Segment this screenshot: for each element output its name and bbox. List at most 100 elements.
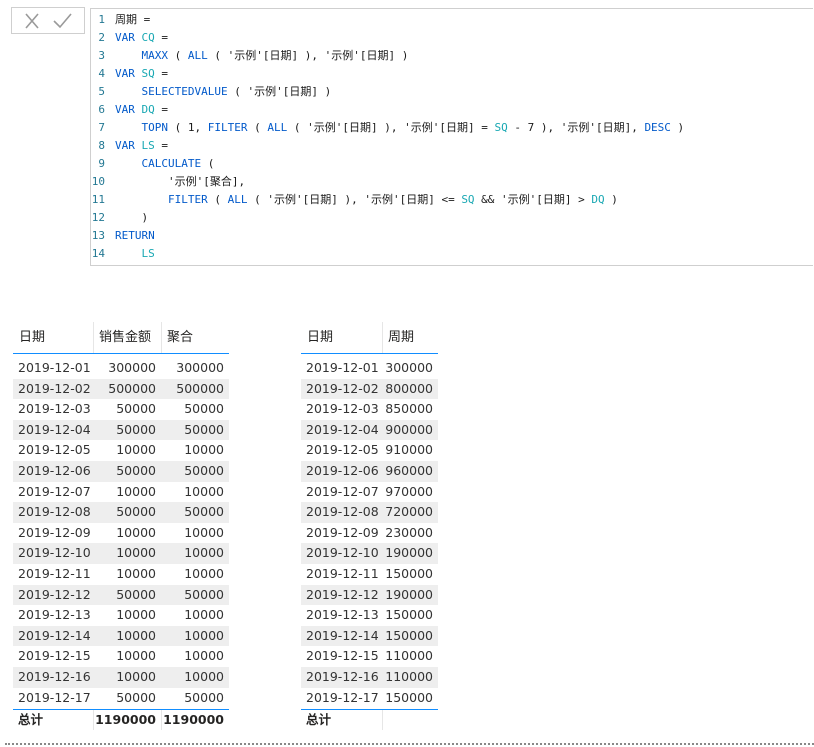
code-keyword: VAR (115, 139, 142, 152)
code-keyword: VAR (115, 103, 142, 116)
code-keyword: DESC (644, 121, 671, 134)
table-row: 2019-12-08 50000 50000 (13, 502, 229, 523)
canvas-bottom-border (5, 743, 814, 745)
table-cell: 10000 (184, 545, 224, 561)
table-row: 2019-12-09 10000 10000 (13, 523, 229, 544)
table-row: 2019-12-09 230000 (301, 523, 438, 544)
code-text: ) (604, 193, 618, 206)
formula-buttons (11, 7, 85, 34)
table-cell: 2019-12-15 (18, 648, 91, 664)
code-line: 3 MAXX ( ALL ( '示例'[日期] ), '示例'[日期] ) (91, 47, 408, 65)
column-header[interactable]: 聚合 (167, 322, 227, 353)
header-underline (13, 353, 229, 354)
table-cell: 10000 (116, 566, 156, 581)
table-cell: 2019-12-03 (306, 401, 379, 417)
table-cell: 2019-12-02 (18, 380, 91, 396)
code-variable: SQ (494, 121, 508, 134)
table-cell: 960000 (385, 463, 433, 478)
table-cell: 50000 (184, 421, 224, 437)
table-row: 2019-12-02 800000 (301, 378, 438, 400)
table-cell: 2019-12-09 (306, 524, 379, 540)
code-text: ) (115, 211, 149, 224)
close-icon[interactable] (22, 12, 42, 30)
table-row: 2019-12-11 150000 (301, 564, 438, 585)
table-cell: 2019-12-17 (18, 689, 91, 705)
header-separator (382, 322, 383, 353)
code-keyword: ALL (227, 193, 248, 206)
table-cell: 2019-12-05 (18, 442, 91, 458)
line-number: 14 (91, 247, 105, 260)
code-keyword: FILTER (167, 193, 208, 206)
total-cell: 总计 (306, 712, 332, 728)
code-text: ) (670, 121, 685, 134)
table-cell: 2019-12-07 (18, 483, 91, 499)
table-row: 2019-12-16 10000 10000 (13, 667, 229, 688)
table-cell: 150000 (385, 607, 433, 623)
code-line: 2 VAR CQ = (91, 29, 168, 47)
table-row: 2019-12-01 300000 (301, 358, 438, 379)
table-cell: 110000 (385, 669, 433, 684)
code-keyword: VAR (115, 31, 142, 44)
table-row: 2019-12-12 190000 (301, 584, 438, 606)
code-keyword: FILTER (207, 121, 248, 134)
table-row: 2019-12-01 300000 300000 (13, 358, 229, 379)
code-line: 13 RETURN (91, 227, 155, 245)
table-cell: 900000 (385, 421, 433, 437)
code-line: 10 '示例'[聚合], (91, 173, 245, 191)
code-text: = (154, 103, 168, 116)
column-header[interactable]: 销售金额 (99, 322, 159, 353)
table-row: 2019-12-07 970000 (301, 482, 438, 503)
table-cell: 300000 (176, 360, 224, 375)
table-cell: 2019-12-14 (18, 627, 91, 643)
table-row: 2019-12-16 110000 (301, 667, 438, 688)
code-variable: DQ (591, 193, 605, 206)
table-row: 2019-12-12 50000 50000 (13, 584, 229, 606)
table-cell: 300000 (108, 360, 156, 375)
table-cell: 10000 (116, 607, 156, 623)
table-cell: 2019-12-16 (18, 669, 91, 684)
table-cell: 190000 (385, 586, 433, 602)
code-text: ( '示例'[日期] ), '示例'[日期] ) (207, 49, 409, 62)
line-number: 1 (98, 13, 105, 26)
table-cell: 50000 (184, 689, 224, 705)
code-variable: LS (141, 247, 155, 260)
dax-formula-editor[interactable]: 1 周期 = 2 VAR CQ = 3 MAXX ( ALL ( '示例'[日期] ),… (90, 8, 813, 266)
table-cell: 2019-12-01 (18, 360, 91, 375)
total-cell (382, 710, 433, 730)
line-number: 10 (91, 175, 105, 188)
code-line: 8 VAR LS = (91, 137, 168, 155)
line-number: 4 (98, 67, 105, 80)
column-header[interactable]: 周期 (388, 322, 436, 353)
table-cell: 2019-12-13 (306, 607, 379, 623)
line-number: 5 (98, 85, 105, 98)
code-keyword: ALL (187, 49, 208, 62)
code-keyword: TOPN (141, 121, 169, 134)
column-header[interactable]: 日期 (307, 322, 380, 353)
table-sales-aggregate: 日期 销售金额 聚合 2019-12-01 300000 300000 2019-12-02… (13, 322, 229, 731)
table-row: 2019-12-10 190000 (301, 543, 438, 564)
table-cell: 800000 (385, 380, 433, 396)
table-cell: 50000 (116, 463, 156, 478)
code-line: 5 SELECTEDVALUE ( '示例'[日期] ) (91, 83, 331, 101)
total-row: 总计 1190000 1190000 (13, 709, 229, 731)
table-cell: 2019-12-11 (18, 566, 91, 581)
table-row: 2019-12-11 10000 10000 (13, 564, 229, 585)
table-cell: 2019-12-02 (306, 380, 379, 396)
code-text: ( (168, 49, 188, 62)
code-keyword: CALCULATE (141, 157, 202, 170)
table-row: 2019-12-05 910000 (301, 440, 438, 461)
code-text: ( (207, 193, 228, 206)
table-row: 2019-12-13 150000 (301, 605, 438, 626)
code-variable: LS (141, 139, 155, 152)
check-icon[interactable] (52, 12, 72, 30)
column-header[interactable]: 日期 (19, 322, 91, 353)
table-cell: 150000 (385, 627, 433, 643)
table-cell: 230000 (385, 524, 433, 540)
line-number: 3 (98, 49, 105, 62)
header-separator (93, 322, 94, 353)
table-cell: 2019-12-01 (306, 360, 379, 375)
